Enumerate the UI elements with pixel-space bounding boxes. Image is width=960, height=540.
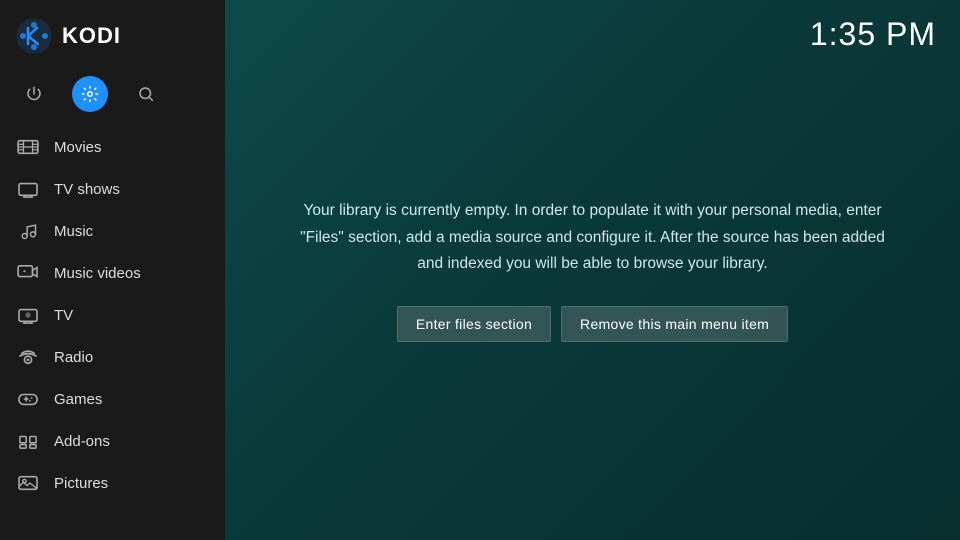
music-icon <box>16 219 40 243</box>
sidebar: KODI <box>0 0 225 540</box>
sidebar-label-music: Music <box>54 223 93 240</box>
sidebar-item-movies[interactable]: Movies <box>0 126 225 168</box>
sidebar-item-radio[interactable]: Radio <box>0 336 225 378</box>
sidebar-item-tv[interactable]: TV <box>0 294 225 336</box>
tv-icon <box>16 303 40 327</box>
remove-menu-item-button[interactable]: Remove this main menu item <box>561 306 788 342</box>
tvshows-icon <box>16 177 40 201</box>
app-title: KODI <box>62 23 121 49</box>
sidebar-label-pictures: Pictures <box>54 475 108 492</box>
clock-display: 1:35 PM <box>810 16 936 53</box>
power-button[interactable] <box>16 76 52 112</box>
library-empty-message: Your library is currently empty. In orde… <box>285 198 900 277</box>
search-button[interactable] <box>128 76 164 112</box>
sidebar-label-tv: TV <box>54 307 73 324</box>
sidebar-item-addons[interactable]: Add-ons <box>0 420 225 462</box>
sidebar-label-addons: Add-ons <box>54 433 110 450</box>
power-icon <box>25 85 43 103</box>
sidebar-icon-bar <box>0 68 225 120</box>
sidebar-label-games: Games <box>54 391 102 408</box>
enter-files-button[interactable]: Enter files section <box>397 306 551 342</box>
sidebar-label-tvshows: TV shows <box>54 181 120 198</box>
sidebar-label-radio: Radio <box>54 349 93 366</box>
sidebar-header: KODI <box>0 0 225 68</box>
main-content: 1:35 PM Your library is currently empty.… <box>225 0 960 540</box>
movies-icon <box>16 135 40 159</box>
games-icon <box>16 387 40 411</box>
sidebar-label-musicvideos: Music videos <box>54 265 141 282</box>
pictures-icon <box>16 471 40 495</box>
sidebar-item-music-videos[interactable]: Music videos <box>0 252 225 294</box>
sidebar-item-pictures[interactable]: Pictures <box>0 462 225 504</box>
action-buttons: Enter files section Remove this main men… <box>397 306 788 342</box>
musicvideos-icon <box>16 261 40 285</box>
kodi-logo-icon <box>16 18 52 54</box>
sidebar-item-tv-shows[interactable]: TV shows <box>0 168 225 210</box>
radio-icon <box>16 345 40 369</box>
center-panel: Your library is currently empty. In orde… <box>225 0 960 540</box>
sidebar-nav: Movies TV shows Music <box>0 120 225 540</box>
settings-icon <box>81 85 99 103</box>
sidebar-label-movies: Movies <box>54 139 102 156</box>
sidebar-item-games[interactable]: Games <box>0 378 225 420</box>
addons-icon <box>16 429 40 453</box>
settings-button[interactable] <box>72 76 108 112</box>
sidebar-item-music[interactable]: Music <box>0 210 225 252</box>
search-icon <box>137 85 155 103</box>
